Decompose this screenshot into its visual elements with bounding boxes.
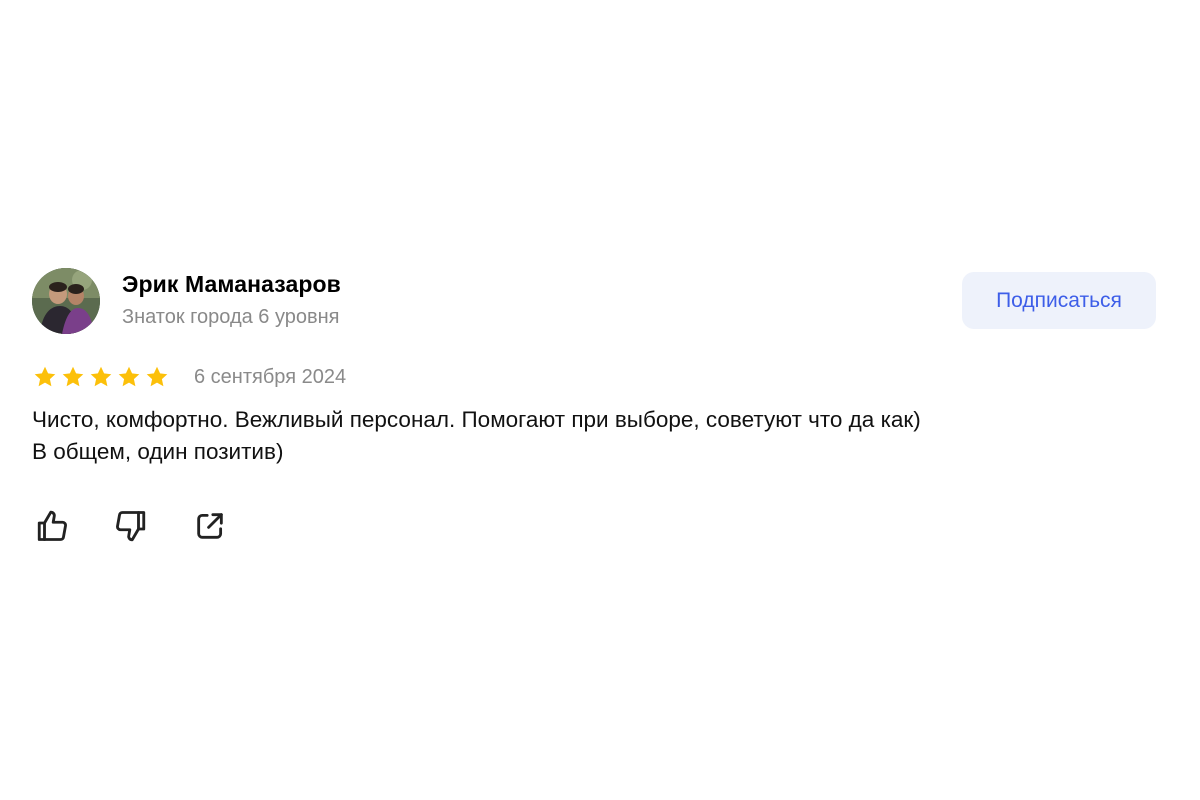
star-icon [60, 365, 86, 389]
review-text-line: В общем, один позитив) [32, 439, 284, 464]
thumbs-down-icon [113, 508, 149, 544]
author-info: Эрик Маманазаров Знаток города 6 уровня [122, 270, 341, 330]
avatar[interactable] [32, 268, 100, 334]
subscribe-button[interactable]: Подписаться [962, 272, 1156, 329]
review-date: 6 сентября 2024 [194, 365, 347, 388]
star-rating [32, 365, 170, 389]
like-button[interactable] [32, 506, 72, 546]
review-meta: 6 сентября 2024 [32, 362, 1156, 392]
review-card: Эрик Маманазаров Знаток города 6 уровня … [32, 268, 1156, 546]
review-text-line: Чисто, комфортно. Вежливый персонал. Пом… [32, 407, 921, 432]
review-actions [32, 506, 1156, 546]
star-icon [88, 365, 114, 389]
star-icon [116, 365, 142, 389]
star-icon [144, 365, 170, 389]
share-button[interactable] [190, 506, 230, 546]
author-name[interactable]: Эрик Маманазаров [122, 270, 341, 298]
thumbs-up-icon [34, 508, 70, 544]
review-header: Эрик Маманазаров Знаток города 6 уровня … [32, 268, 1156, 334]
dislike-button[interactable] [111, 506, 151, 546]
share-icon [193, 509, 227, 543]
review-text: Чисто, комфортно. Вежливый персонал. Пом… [32, 404, 1172, 468]
author-level: Знаток города 6 уровня [122, 306, 340, 328]
star-icon [32, 365, 58, 389]
